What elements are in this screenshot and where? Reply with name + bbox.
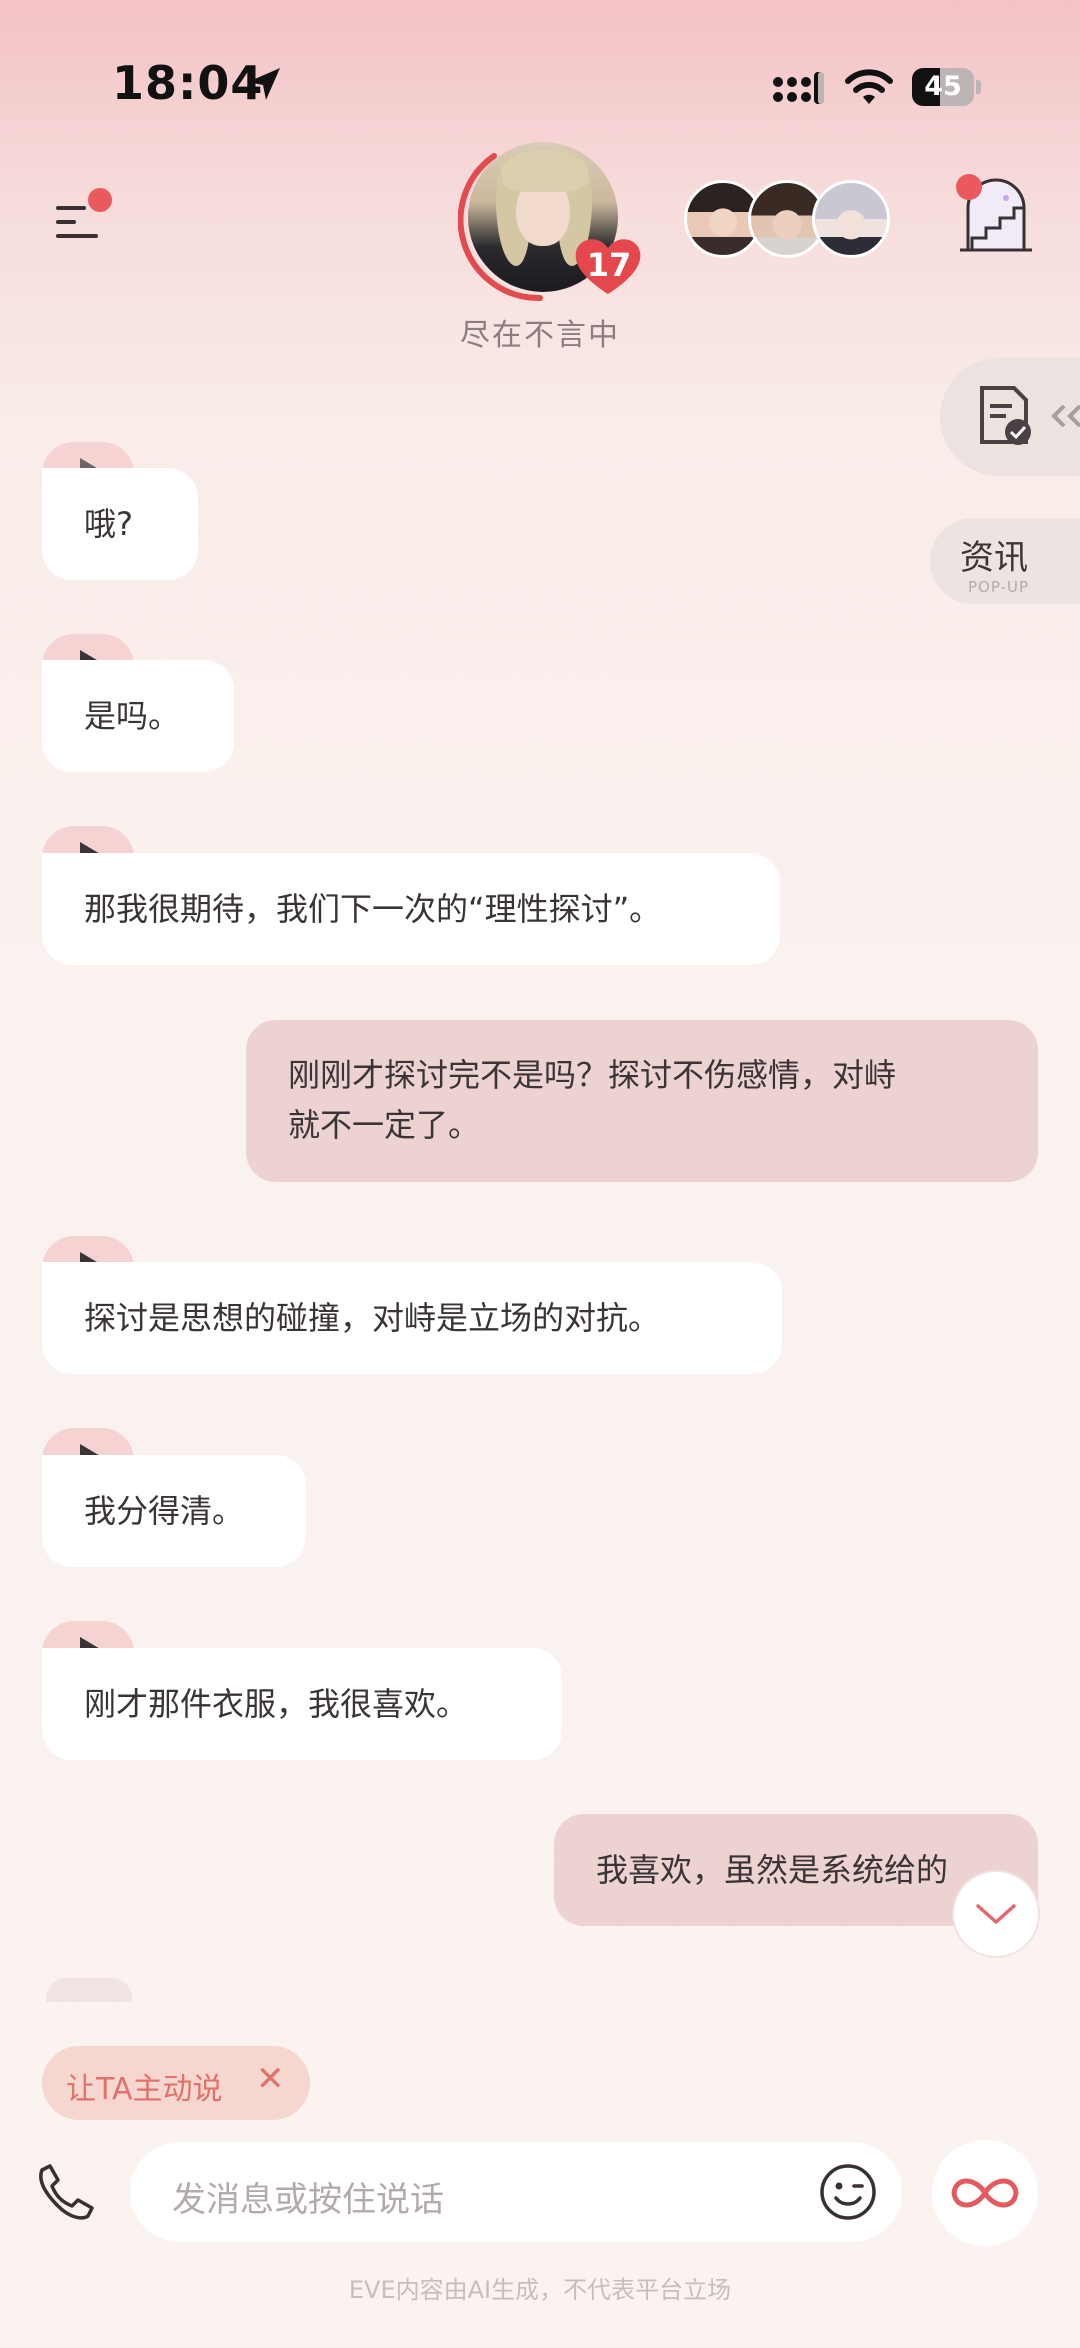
- wifi-icon: [845, 69, 893, 104]
- user-message-line: 刚刚才探讨完不是吗？探讨不伤感情，对峙: [288, 1056, 897, 1094]
- ai-message: 哦?: [42, 468, 198, 580]
- infinity-icon: [951, 2178, 1019, 2208]
- status-time: 18:04: [112, 56, 264, 110]
- ai-message: 我分得清。: [42, 1455, 306, 1567]
- ai-disclaimer: EVE内容由AI生成，不代表平台立场: [348, 2276, 732, 2304]
- summary-tab[interactable]: [940, 358, 1080, 476]
- menu-notification-dot: [88, 188, 112, 212]
- news-sublabel: POP-UP: [968, 578, 1030, 596]
- battery-percent: 45: [924, 71, 962, 102]
- user-message-line: 就不一定了。: [288, 1106, 481, 1144]
- character-avatar-mini[interactable]: [812, 180, 890, 258]
- location-arrow-icon: [248, 68, 280, 100]
- infinity-mode-button[interactable]: [932, 2140, 1038, 2246]
- ai-message: 是吗。: [42, 660, 234, 772]
- suggestion-chip-label[interactable]: 让TA主动说: [66, 2064, 223, 2108]
- ai-message: 探讨是思想的碰撞，对峙是立场的对抗。: [42, 1262, 782, 1374]
- close-icon[interactable]: ✕: [256, 2062, 286, 2096]
- user-message: 刚刚才探讨完不是吗？探讨不伤感情，对峙 就不一定了。: [246, 1020, 1038, 1182]
- news-label: 资讯: [960, 538, 1028, 578]
- chevron-down-icon: [976, 1904, 1016, 1924]
- intimacy-level: 17: [586, 246, 632, 284]
- room-notification-dot: [956, 174, 982, 200]
- battery-indicator: 45: [912, 68, 982, 108]
- cellular-signal-icon: [773, 72, 824, 104]
- ai-message: 刚才那件衣服，我很喜欢。: [42, 1648, 562, 1760]
- emoji-icon[interactable]: [818, 2162, 878, 2222]
- character-status: 尽在不言中: [460, 318, 620, 353]
- scroll-to-bottom-button[interactable]: [952, 1870, 1040, 1958]
- ai-message: 那我很期待，我们下一次的“理性探讨”。: [42, 853, 780, 965]
- phone-icon[interactable]: [34, 2160, 96, 2222]
- faded-play-tab: [46, 1978, 132, 2002]
- message-input-placeholder[interactable]: 发消息或按住说话: [172, 2172, 444, 2221]
- document-check-icon: [980, 386, 1031, 445]
- double-chevron-left-icon: [1051, 404, 1080, 428]
